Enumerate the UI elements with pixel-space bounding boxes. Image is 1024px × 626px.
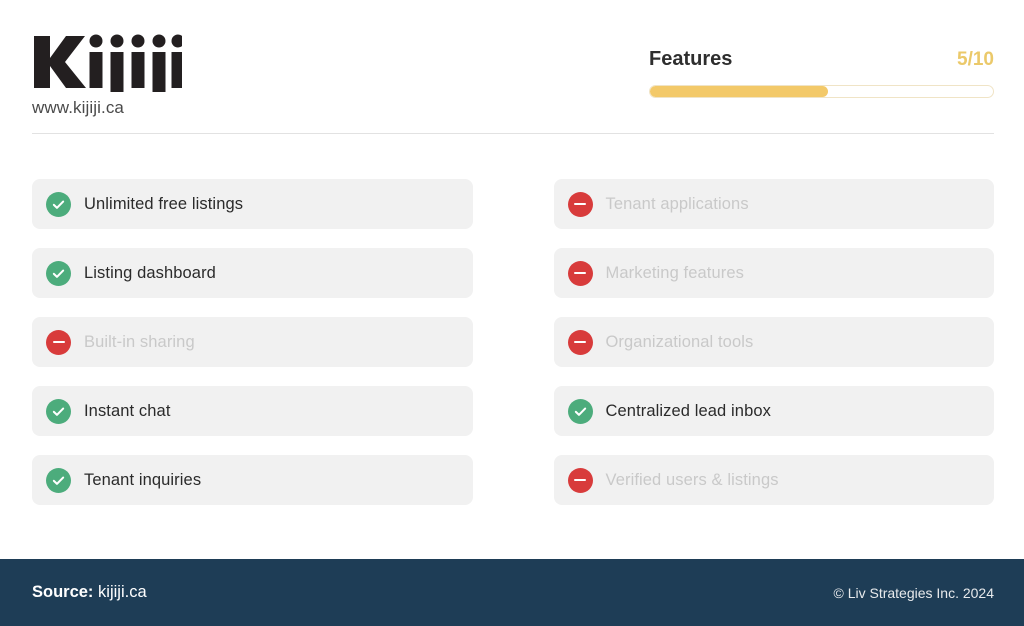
feature-row: Listing dashboard	[32, 248, 473, 298]
minus-bar	[574, 478, 586, 482]
feature-label: Instant chat	[84, 401, 171, 420]
page-header: www.kijiji.ca Features 5/10	[0, 0, 1024, 133]
feature-row: Marketing features	[553, 248, 994, 298]
minus-circle-icon	[567, 329, 593, 355]
score-value: 5/10	[957, 49, 994, 70]
footer-source-value: kijiji.ca	[98, 583, 147, 601]
brand-block: www.kijiji.ca	[32, 30, 182, 118]
footer-copyright: © Liv Strategies Inc. 2024	[833, 584, 994, 601]
feature-label: Tenant applications	[605, 194, 749, 213]
feature-row: Tenant applications	[553, 179, 994, 229]
page-footer: Source: kijiji.ca © Liv Strategies Inc. …	[0, 559, 1024, 626]
feature-label: Listing dashboard	[84, 263, 216, 282]
feature-label: Built-in sharing	[84, 332, 195, 351]
footer-source: Source: kijiji.ca	[32, 583, 147, 602]
minus-bar	[52, 340, 65, 344]
feature-label: Organizational tools	[605, 332, 754, 351]
feature-column-left: Unlimited free listings Listing dashboard…	[32, 179, 473, 505]
score-header: Features 5/10	[649, 48, 994, 71]
feature-row: Verified users & listings	[553, 455, 994, 505]
header-divider	[32, 133, 994, 134]
feature-label: Tenant inquiries	[84, 470, 202, 489]
feature-row: Tenant inquiries	[32, 455, 473, 505]
feature-row: Centralized lead inbox	[553, 386, 994, 436]
check-circle-icon	[46, 467, 71, 493]
kijiji-wordmark-icon	[32, 30, 182, 92]
check-circle-icon	[46, 398, 71, 424]
minus-circle-icon	[567, 260, 593, 286]
check-circle-icon	[46, 191, 71, 217]
minus-circle-icon	[567, 191, 593, 217]
feature-row: Built-in sharing	[32, 317, 473, 367]
feature-label: Centralized lead inbox	[605, 401, 771, 420]
minus-bar	[574, 340, 586, 344]
minus-circle-icon	[46, 329, 71, 355]
minus-bar	[574, 271, 586, 275]
minus-bar	[574, 202, 586, 206]
feature-label: Unlimited free listings	[84, 194, 244, 213]
score-title: Features	[649, 48, 733, 70]
feature-label: Verified users & listings	[605, 470, 779, 489]
minus-circle-icon	[567, 467, 593, 493]
feature-grid: Unlimited free listings Listing dashboard…	[32, 179, 994, 505]
footer-source-label: Source:	[32, 583, 94, 601]
feature-label: Marketing features	[605, 263, 744, 282]
score-progress-fill	[650, 86, 829, 97]
check-circle-icon	[46, 260, 71, 286]
feature-row: Unlimited free listings	[32, 179, 473, 229]
feature-row: Organizational tools	[553, 317, 994, 367]
check-circle-icon	[567, 398, 593, 424]
feature-row: Instant chat	[32, 386, 473, 436]
feature-column-right: Tenant applications Marketing features Org…	[553, 179, 994, 505]
brand-url: www.kijiji.ca	[32, 98, 124, 117]
score-progress-bar	[649, 85, 994, 98]
score-block: Features 5/10	[649, 48, 994, 98]
